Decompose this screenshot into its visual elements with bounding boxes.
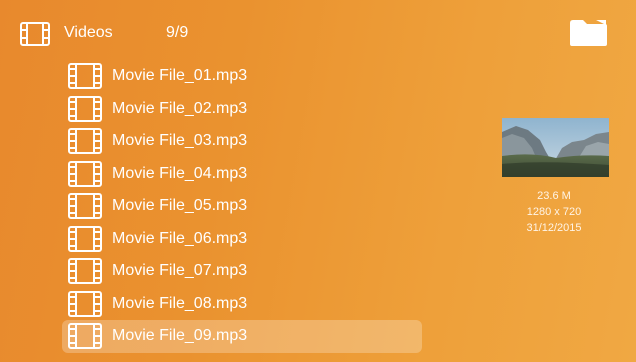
file-size: 23.6 M — [537, 190, 571, 202]
film-strip-icon — [68, 160, 102, 187]
file-resolution: 1280 x 720 — [526, 206, 582, 218]
file-name: Movie File_06.mp3 — [112, 229, 248, 247]
film-strip-icon — [68, 323, 102, 350]
file-list-item[interactable]: Movie File_05.mp3 — [62, 190, 422, 223]
file-name: Movie File_03.mp3 — [112, 132, 248, 150]
file-name: Movie File_07.mp3 — [112, 262, 248, 280]
video-thumbnail — [502, 118, 609, 177]
folder-icon[interactable] — [568, 17, 608, 47]
file-name: Movie File_05.mp3 — [112, 197, 248, 215]
file-browser-screen: Videos 9/9 Movie File_01.mp3 Movie File_0… — [0, 0, 636, 362]
film-strip-icon — [68, 290, 102, 317]
file-name: Movie File_01.mp3 — [112, 67, 248, 85]
film-strip-icon — [20, 22, 50, 46]
file-list-item[interactable]: Movie File_03.mp3 — [62, 125, 422, 158]
film-strip-icon — [68, 258, 102, 285]
file-list-item[interactable]: Movie File_06.mp3 — [62, 223, 422, 256]
file-name: Movie File_02.mp3 — [112, 99, 248, 117]
film-strip-icon — [68, 95, 102, 122]
file-list: Movie File_01.mp3 Movie File_02.mp3 Movie … — [62, 60, 422, 353]
file-list-item[interactable]: Movie File_08.mp3 — [62, 288, 422, 321]
file-name: Movie File_04.mp3 — [112, 164, 248, 182]
page-title: Videos — [64, 24, 113, 41]
file-info: 23.6 M 1280 x 720 31/12/2015 — [494, 188, 614, 236]
file-name: Movie File_09.mp3 — [112, 327, 248, 345]
file-name: Movie File_08.mp3 — [112, 294, 248, 312]
file-list-item[interactable]: Movie File_02.mp3 — [62, 93, 422, 126]
file-list-item[interactable]: Movie File_09.mp3 — [62, 320, 422, 353]
file-list-item[interactable]: Movie File_04.mp3 — [62, 158, 422, 191]
header-bar: Videos 9/9 — [0, 0, 636, 60]
film-strip-icon — [68, 193, 102, 220]
file-date: 31/12/2015 — [526, 222, 582, 234]
film-strip-icon — [68, 128, 102, 155]
film-strip-icon — [68, 63, 102, 90]
item-count: 9/9 — [166, 24, 189, 41]
film-strip-icon — [68, 225, 102, 252]
file-list-item[interactable]: Movie File_07.mp3 — [62, 255, 422, 288]
file-list-item[interactable]: Movie File_01.mp3 — [62, 60, 422, 93]
